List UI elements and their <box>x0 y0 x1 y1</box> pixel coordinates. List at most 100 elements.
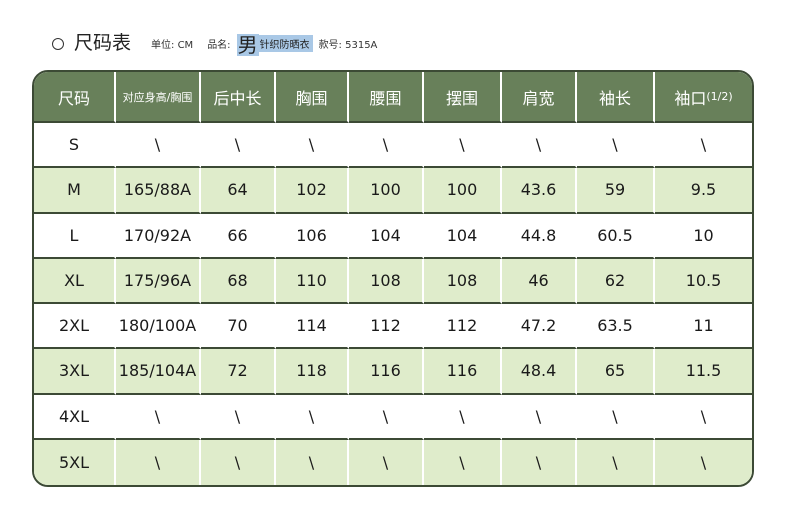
measurement-cell: 175/96A <box>116 258 201 304</box>
size-cell: 3XL <box>34 349 116 395</box>
measurement-cell: \ <box>577 123 655 169</box>
measurement-cell: \ <box>349 123 424 169</box>
measurement-cell: 9.5 <box>655 168 752 214</box>
column-header: 袖长 <box>577 72 655 123</box>
column-header: 摆围 <box>424 72 502 123</box>
measurement-cell: \ <box>116 394 201 440</box>
column-header: 后中长 <box>201 72 276 123</box>
gender-label: 男 <box>236 33 259 57</box>
measurement-cell: 106 <box>276 213 349 259</box>
column-header: 腰围 <box>349 72 424 123</box>
measurement-cell: 10.5 <box>655 258 752 304</box>
measurement-cell: \ <box>502 439 577 485</box>
measurement-cell: \ <box>276 123 349 169</box>
measurement-cell: \ <box>201 439 276 485</box>
column-header-label: 对应身高/胸围 <box>122 90 193 104</box>
measurement-cell: 66 <box>201 213 276 259</box>
product-name: 针织防晒衣 <box>258 35 313 52</box>
size-cell: 5XL <box>34 439 116 485</box>
measurement-cell: 180/100A <box>116 304 201 350</box>
measurement-cell: \ <box>349 439 424 485</box>
size-chart-header: 尺码表 单位: CM 品名: 男 针织防晒衣 款号: 5315A <box>52 24 383 58</box>
measurement-cell: \ <box>116 123 201 169</box>
measurement-cell: 64 <box>201 168 276 214</box>
measurement-cell: 72 <box>201 349 276 395</box>
measurement-cell: 44.8 <box>502 213 577 259</box>
measurement-cell: \ <box>201 123 276 169</box>
measurement-cell: 63.5 <box>577 304 655 350</box>
size-cell: 4XL <box>34 394 116 440</box>
size-cell: S <box>34 123 116 169</box>
measurement-cell: 60.5 <box>577 213 655 259</box>
measurement-cell: 110 <box>276 258 349 304</box>
size-chart-title: 尺码表 <box>74 32 132 54</box>
measurement-cell: 48.4 <box>502 349 577 395</box>
measurement-cell: 112 <box>349 304 424 350</box>
measurement-cell: 102 <box>276 168 349 214</box>
column-header-label: 腰围 <box>369 88 402 108</box>
measurement-cell: 10 <box>655 213 752 259</box>
unit-label: 单位: CM <box>151 40 194 51</box>
measurement-cell: 100 <box>424 168 502 214</box>
column-header: 对应身高/胸围 <box>116 72 201 123</box>
measurement-cell: 43.6 <box>502 168 577 214</box>
measurement-cell: \ <box>424 394 502 440</box>
measurement-cell: \ <box>655 123 752 169</box>
measurement-cell: 62 <box>577 258 655 304</box>
measurement-cell: \ <box>655 394 752 440</box>
column-header-label: 胸围 <box>295 88 328 108</box>
measurement-cell: 116 <box>349 349 424 395</box>
column-header-label: 摆围 <box>445 88 478 108</box>
measurement-cell: \ <box>349 394 424 440</box>
column-header: 袖口 (1/2) <box>655 72 752 123</box>
size-table: 尺码 对应身高/胸围 后中长 胸围 腰围 摆围 肩宽 袖长 袖口 (1/2) S \ \ \ \ \ \ \ \ M 1… <box>32 70 754 487</box>
measurement-cell: 100 <box>349 168 424 214</box>
size-cell: XL <box>34 258 116 304</box>
measurement-cell: 11 <box>655 304 752 350</box>
measurement-cell: 112 <box>424 304 502 350</box>
column-header-label: 袖口 <box>674 88 707 108</box>
measurement-cell: 108 <box>424 258 502 304</box>
measurement-cell: 114 <box>276 304 349 350</box>
measurement-cell: 104 <box>424 213 502 259</box>
measurement-cell: \ <box>502 123 577 169</box>
bullet-circle-icon <box>52 38 64 50</box>
measurement-cell: 65 <box>577 349 655 395</box>
measurement-cell: 47.2 <box>502 304 577 350</box>
measurement-cell: 11.5 <box>655 349 752 395</box>
measurement-cell: 70 <box>201 304 276 350</box>
measurement-cell: 108 <box>349 258 424 304</box>
measurement-cell: \ <box>577 439 655 485</box>
size-cell: L <box>34 213 116 259</box>
column-header-label: 后中长 <box>213 88 262 108</box>
measurement-cell: 104 <box>349 213 424 259</box>
measurement-cell: \ <box>276 394 349 440</box>
measurement-cell: \ <box>424 439 502 485</box>
measurement-cell: \ <box>502 394 577 440</box>
cuff-half-suffix: (1/2) <box>706 90 733 103</box>
size-cell: 2XL <box>34 304 116 350</box>
column-header-label: 肩宽 <box>522 88 555 108</box>
measurement-cell: 116 <box>424 349 502 395</box>
size-cell: M <box>34 168 116 214</box>
column-header: 胸围 <box>276 72 349 123</box>
measurement-cell: \ <box>577 394 655 440</box>
measurement-cell: 165/88A <box>116 168 201 214</box>
measurement-cell: \ <box>655 439 752 485</box>
measurement-cell: 118 <box>276 349 349 395</box>
measurement-cell: \ <box>201 394 276 440</box>
column-header-label: 尺码 <box>57 88 90 108</box>
column-header-label: 袖长 <box>598 88 631 108</box>
measurement-cell: \ <box>424 123 502 169</box>
measurement-cell: 59 <box>577 168 655 214</box>
measurement-cell: 185/104A <box>116 349 201 395</box>
style-number: 款号: 5315A <box>318 40 378 51</box>
measurement-cell: \ <box>116 439 201 485</box>
measurement-cell: 68 <box>201 258 276 304</box>
column-header: 肩宽 <box>502 72 577 123</box>
measurement-cell: 46 <box>502 258 577 304</box>
measurement-cell: \ <box>276 439 349 485</box>
product-label: 品名: <box>207 40 231 51</box>
measurement-cell: 170/92A <box>116 213 201 259</box>
column-header: 尺码 <box>34 72 116 123</box>
